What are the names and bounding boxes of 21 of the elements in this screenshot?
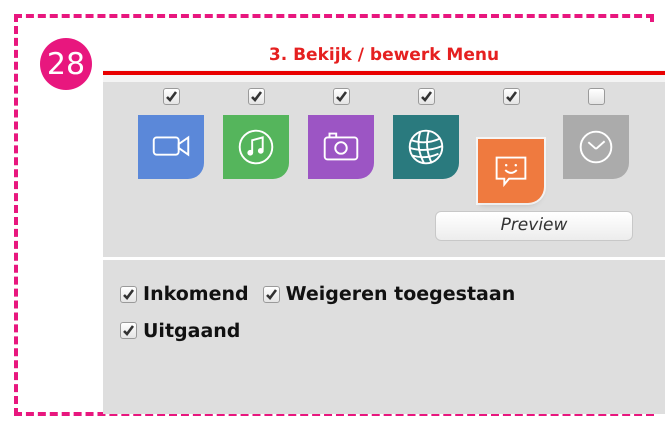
menu-tile[interactable] (563, 115, 629, 179)
checkbox[interactable] (262, 286, 280, 303)
option-label: Weigeren toegestaan (286, 282, 516, 307)
checkbox[interactable] (332, 88, 350, 105)
checkbox[interactable] (502, 88, 520, 105)
checkbox[interactable] (120, 286, 137, 303)
checkbox[interactable] (120, 322, 137, 340)
menu-tile[interactable] (308, 115, 374, 179)
menu-tile[interactable] (138, 115, 204, 179)
menu-tile[interactable] (223, 115, 289, 179)
checkbox[interactable] (588, 88, 604, 105)
checkbox[interactable] (248, 88, 264, 105)
menu-tile[interactable] (393, 115, 459, 179)
step-badge: 28 (40, 38, 92, 90)
option-label: Uitgaand (143, 318, 240, 344)
preview-button[interactable]: Preview (435, 211, 633, 241)
option-label: Inkomend (143, 282, 249, 307)
checkbox[interactable] (162, 88, 180, 105)
checkbox[interactable] (418, 88, 434, 105)
menu-tile[interactable] (478, 139, 544, 203)
section-title: 3. Bekijk / bewerk Menu (268, 44, 500, 66)
